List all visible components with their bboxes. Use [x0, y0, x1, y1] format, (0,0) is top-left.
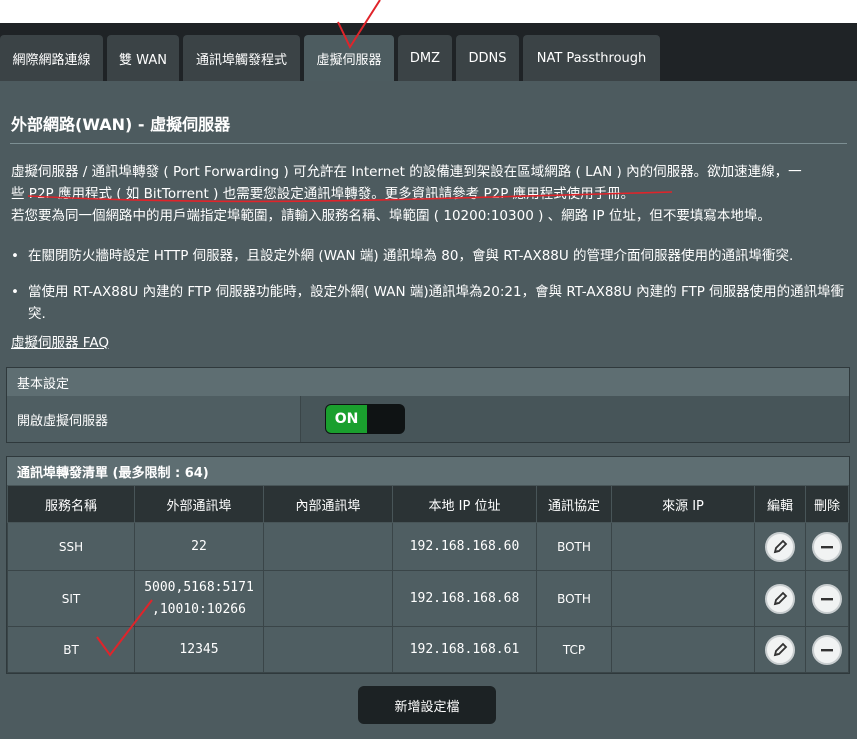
enable-label: 開啟虛擬伺服器 [7, 396, 301, 442]
cell-delete [805, 626, 849, 673]
cell-delete [805, 570, 849, 627]
cell-internal-port [263, 570, 393, 627]
enable-virtual-server-toggle[interactable]: ON [325, 404, 405, 434]
note-text: 當使用 RT-AX88U 內建的 FTP 伺服器功能時，設定外網( WAN 端)… [28, 284, 845, 322]
title-divider [10, 143, 847, 144]
tab-bar: 網際網路連線 雙 WAN 通訊埠觸發程式 虛擬伺服器 DMZ DDNS NAT … [0, 23, 857, 81]
description-prefix: 些 [11, 186, 29, 202]
col-delete: 刪除 [805, 485, 849, 523]
pencil-icon[interactable] [765, 634, 795, 665]
tab-internet-connection[interactable]: 網際網路連線 [0, 35, 103, 81]
note-text: 在關閉防火牆時設定 HTTP 伺服器，且設定外網 (WAN 端) 通訊埠為 80… [28, 248, 794, 264]
cell-service: SIT [7, 570, 135, 627]
enable-value: ON [301, 396, 849, 442]
minus-circle-icon[interactable] [812, 531, 842, 562]
toggle-on-label: ON [326, 405, 367, 433]
table-row: SSH 22 192.168.168.60 BOTH [7, 522, 849, 571]
bullet-icon: • [11, 248, 19, 264]
cell-external-port: 22 [134, 522, 264, 571]
cell-internal-port [263, 522, 393, 571]
col-protocol: 通訊協定 [536, 485, 612, 523]
p2p-manual-link[interactable]: P2P 應用程式 ( 如 BitTorrent ) 也需要您設定通訊埠轉發。更多… [29, 186, 621, 202]
col-source-ip: 來源 IP [611, 485, 755, 523]
col-internal-port: 內部通訊埠 [263, 485, 393, 523]
cell-internal-port [263, 626, 393, 673]
col-external-port: 外部通訊埠 [134, 485, 264, 523]
cell-protocol: BOTH [536, 570, 612, 627]
cell-source-ip [611, 626, 755, 673]
cell-service: BT [7, 626, 135, 673]
external-port-line: 5000,5168:5171 [144, 579, 254, 595]
tab-label: 雙 WAN [119, 52, 167, 68]
tab-dual-wan[interactable]: 雙 WAN [107, 35, 179, 81]
cell-edit [754, 626, 806, 673]
description-line-2: 些 P2P 應用程式 ( 如 BitTorrent ) 也需要您設定通訊埠轉發。… [11, 183, 846, 205]
cell-service: SSH [7, 522, 135, 571]
cell-source-ip [611, 522, 755, 571]
col-service-name: 服務名稱 [7, 485, 135, 523]
tab-label: 虛擬伺服器 [316, 52, 382, 68]
enable-row: 開啟虛擬伺服器 ON [7, 396, 849, 442]
add-profile-button[interactable]: 新增設定檔 [358, 686, 496, 724]
description-line-1: 虛擬伺服器 / 通訊埠轉發 ( Port Forwarding ) 可允許在 I… [11, 164, 802, 180]
table-row: BT 12345 192.168.168.61 TCP [7, 626, 849, 673]
description-suffix: 。 [620, 186, 635, 202]
basic-settings-header: 基本設定 [7, 368, 849, 396]
faq-link[interactable]: 虛擬伺服器 FAQ [11, 331, 109, 351]
tab-label: DDNS [468, 50, 507, 66]
tab-dmz[interactable]: DMZ [398, 35, 452, 81]
cell-local-ip: 192.168.168.68 [392, 570, 537, 627]
table-row: SIT 5000,5168:5171 ,10010:10266 192.168.1… [7, 570, 849, 627]
minus-circle-icon[interactable] [812, 634, 842, 665]
tab-port-trigger[interactable]: 通訊埠觸發程式 [183, 35, 300, 81]
port-forward-table: 服務名稱 外部通訊埠 內部通訊埠 本地 IP 位址 通訊協定 來源 IP 編輯 … [7, 485, 849, 673]
cell-source-ip [611, 570, 755, 627]
basic-settings-section: 基本設定 開啟虛擬伺服器 ON [6, 367, 850, 443]
tab-label: DMZ [409, 50, 441, 66]
cell-external-port: 5000,5168:5171 ,10010:10266 [134, 570, 264, 627]
col-edit: 編輯 [754, 485, 806, 523]
cell-local-ip: 192.168.168.61 [392, 626, 537, 673]
cell-local-ip: 192.168.168.60 [392, 522, 537, 571]
pencil-icon[interactable] [765, 583, 795, 614]
description-line-3: 若您要為同一個網路中的用戶端指定埠範圍，請輸入服務名稱、埠範圍 ( 10200:… [11, 208, 771, 224]
description: 虛擬伺服器 / 通訊埠轉發 ( Port Forwarding ) 可允許在 I… [11, 161, 846, 227]
col-local-ip: 本地 IP 位址 [392, 485, 537, 523]
tab-virtual-server[interactable]: 虛擬伺服器 [304, 35, 394, 81]
external-port-line: ,10010:10266 [152, 601, 246, 617]
cell-external-port: 12345 [134, 626, 264, 673]
tab-ddns[interactable]: DDNS [456, 35, 519, 81]
table-header-row: 服務名稱 外部通訊埠 內部通訊埠 本地 IP 位址 通訊協定 來源 IP 編輯 … [7, 485, 849, 523]
main-panel: 外部網路(WAN) - 虛擬伺服器 虛擬伺服器 / 通訊埠轉發 ( Port F… [0, 81, 857, 739]
cell-protocol: TCP [536, 626, 612, 673]
cell-protocol: BOTH [536, 522, 612, 571]
pencil-icon[interactable] [765, 531, 795, 562]
tab-label: NAT Passthrough [536, 50, 647, 66]
cell-edit [754, 522, 806, 571]
minus-circle-icon[interactable] [812, 583, 842, 614]
tab-label: 網際網路連線 [12, 52, 91, 68]
port-forward-list-header: 通訊埠轉發清單 (最多限制 : 64) [7, 457, 849, 485]
tab-label: 通訊埠觸發程式 [195, 52, 287, 68]
cell-edit [754, 570, 806, 627]
page-title: 外部網路(WAN) - 虛擬伺服器 [11, 115, 231, 134]
tab-nat-passthrough[interactable]: NAT Passthrough [523, 35, 660, 81]
cell-delete [805, 522, 849, 571]
port-forward-list-section: 通訊埠轉發清單 (最多限制 : 64) 服務名稱 外部通訊埠 內部通訊埠 本地 … [6, 456, 850, 674]
bullet-icon: • [11, 284, 19, 300]
